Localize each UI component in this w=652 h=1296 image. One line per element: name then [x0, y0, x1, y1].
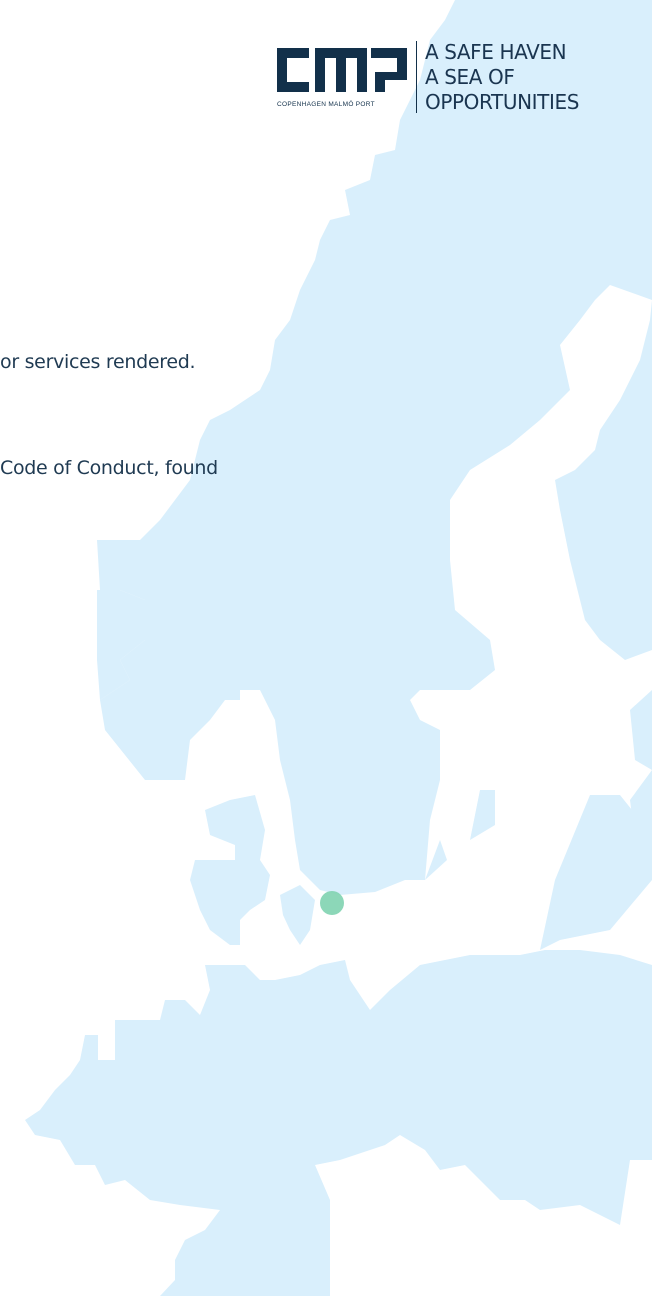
logo-divider [416, 41, 417, 113]
map-land-danish-islands [280, 885, 315, 945]
cmp-logo-icon[interactable] [277, 40, 407, 110]
tagline-line-3: OPPORTUNITIES [425, 90, 580, 114]
body-text-line-1: or services rendered. [0, 351, 196, 373]
brand-header: COPENHAGEN MALMÖ PORT A SAFE HAVEN A SEA… [277, 40, 622, 115]
europe-map [25, 0, 652, 1296]
logo-caption: COPENHAGEN MALMÖ PORT [277, 101, 375, 108]
brand-tagline: A SAFE HAVEN A SEA OF OPPORTUNITIES [425, 40, 579, 115]
map-land-denmark [190, 795, 270, 945]
tagline-line-2: A SEA OF [425, 65, 515, 89]
map-land-finland [555, 300, 652, 660]
tagline-line-1: A SAFE HAVEN [425, 40, 567, 64]
map-land-gotland [470, 790, 495, 840]
map-land-oland [425, 840, 447, 880]
body-text-line-2: Code of Conduct, found [0, 457, 218, 479]
map-land-baltics-south [540, 795, 652, 950]
location-marker[interactable] [320, 891, 344, 915]
map-land-scandinavia [97, 0, 652, 895]
map-land-continent [25, 950, 652, 1296]
